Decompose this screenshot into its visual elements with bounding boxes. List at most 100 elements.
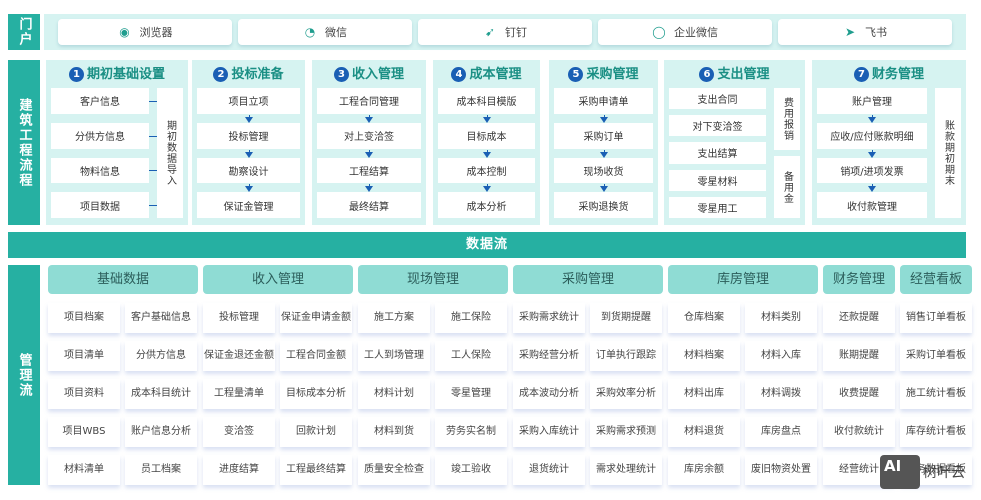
flow-step[interactable]: 采购申请单 <box>554 88 653 114</box>
management-item[interactable]: 项目WBS <box>48 417 120 447</box>
management-item[interactable]: 采购订单看板 <box>900 341 972 371</box>
flow-step[interactable]: 收付款管理 <box>817 192 927 218</box>
management-item[interactable]: 材料到货 <box>358 417 430 447</box>
management-item[interactable]: 材料调拨 <box>745 379 817 409</box>
management-item[interactable]: 目标成本分析 <box>280 379 352 409</box>
management-item[interactable]: 进度结算 <box>203 455 275 485</box>
management-item[interactable]: 成本科目统计 <box>125 379 197 409</box>
management-item[interactable]: 销售订单看板 <box>900 303 972 333</box>
management-item[interactable]: 员工档案 <box>125 455 197 485</box>
management-item[interactable]: 项目清单 <box>48 341 120 371</box>
flow-step[interactable]: 工程合同管理 <box>317 88 421 114</box>
management-item[interactable]: 施工统计看板 <box>900 379 972 409</box>
management-item[interactable]: 采购需求预测 <box>590 417 662 447</box>
management-item[interactable]: 退货统计 <box>513 455 585 485</box>
management-item[interactable]: 材料计划 <box>358 379 430 409</box>
flow-side-box[interactable]: 账款期初期末 <box>935 88 961 218</box>
flow-side-box[interactable]: 费用报销 <box>774 88 800 150</box>
management-item[interactable]: 保证金退还金额 <box>203 341 275 371</box>
management-item[interactable]: 账户信息分析 <box>125 417 197 447</box>
flow-step[interactable]: 勘察设计 <box>197 157 300 184</box>
management-item[interactable]: 材料类别 <box>745 303 817 333</box>
flow-step[interactable]: 支出合同 <box>669 88 766 110</box>
flow-step[interactable]: 成本科目模版 <box>438 88 535 114</box>
flow-step[interactable]: 项目立项 <box>197 88 300 114</box>
flow-panel-title: 4 成本管理 <box>438 64 535 86</box>
data-stream-bar: 数据流 <box>8 232 966 258</box>
flow-step[interactable]: 对上变洽签 <box>317 122 421 149</box>
flow-panel-7: 7 财务管理 账户管理 应收/应付账款明细 销项/进项发票 收付款管理 账款期初期末 <box>812 60 966 225</box>
portal-button-3[interactable]: ◯ 企业微信 <box>598 19 772 45</box>
management-item[interactable]: 材料清单 <box>48 455 120 485</box>
management-item[interactable]: 零星管理 <box>435 379 507 409</box>
management-item[interactable]: 材料入库 <box>745 341 817 371</box>
management-item[interactable]: 投标管理 <box>203 303 275 333</box>
management-item[interactable]: 施工方案 <box>358 303 430 333</box>
management-item[interactable]: 质量安全检查 <box>358 455 430 485</box>
flow-step[interactable]: 采购退换货 <box>554 192 653 218</box>
management-item[interactable]: 成本波动分析 <box>513 379 585 409</box>
flow-step[interactable]: 最终结算 <box>317 192 421 218</box>
flow-step[interactable]: 投标管理 <box>197 122 300 149</box>
management-item[interactable]: 还款提醒 <box>823 303 895 333</box>
management-item[interactable]: 施工保险 <box>435 303 507 333</box>
flow-step[interactable]: 目标成本 <box>438 122 535 149</box>
management-item[interactable]: 库房余额 <box>668 455 740 485</box>
management-item[interactable]: 材料出库 <box>668 379 740 409</box>
management-item[interactable]: 工程最终结算 <box>280 455 352 485</box>
flow-step[interactable]: 账户管理 <box>817 88 927 114</box>
portal-button-0[interactable]: ◉ 浏览器 <box>58 19 232 45</box>
management-item[interactable]: 收费提醒 <box>823 379 895 409</box>
management-item[interactable]: 工人保险 <box>435 341 507 371</box>
flow-step[interactable]: 工程结算 <box>317 157 421 184</box>
management-item[interactable]: 竣工验收 <box>435 455 507 485</box>
flow-step[interactable]: 物料信息 <box>51 157 149 184</box>
flow-step[interactable]: 保证金管理 <box>197 192 300 218</box>
management-item[interactable]: 采购入库统计 <box>513 417 585 447</box>
flow-side-box[interactable]: 期初数据导入 <box>157 88 183 218</box>
management-item[interactable]: 保证金申请金额 <box>280 303 352 333</box>
management-item[interactable]: 客户基础信息 <box>125 303 197 333</box>
management-item[interactable]: 工程量清单 <box>203 379 275 409</box>
flow-step[interactable]: 成本分析 <box>438 192 535 218</box>
flow-side-box[interactable]: 备用金 <box>774 156 800 218</box>
management-item[interactable]: 项目档案 <box>48 303 120 333</box>
management-item[interactable]: 库房盘点 <box>745 417 817 447</box>
portal-button-4[interactable]: ➤ 飞书 <box>778 19 952 45</box>
portal-button-2[interactable]: ➹ 钉钉 <box>418 19 592 45</box>
flow-step[interactable]: 销项/进项发票 <box>817 157 927 184</box>
management-item[interactable]: 项目资料 <box>48 379 120 409</box>
management-item[interactable]: 废旧物资处置 <box>745 455 817 485</box>
management-item[interactable]: 账期提醒 <box>823 341 895 371</box>
flow-step[interactable]: 采购订单 <box>554 122 653 149</box>
management-item[interactable]: 工人到场管理 <box>358 341 430 371</box>
management-item[interactable]: 采购需求统计 <box>513 303 585 333</box>
flow-step[interactable]: 分供方信息 <box>51 122 149 149</box>
management-item[interactable]: 仓库档案 <box>668 303 740 333</box>
flow-step[interactable]: 应收/应付账款明细 <box>817 122 927 149</box>
management-item[interactable]: 订单执行跟踪 <box>590 341 662 371</box>
management-item[interactable]: 采购效率分析 <box>590 379 662 409</box>
management-item[interactable]: 收付款统计 <box>823 417 895 447</box>
flow-step[interactable]: 客户信息 <box>51 88 149 114</box>
management-item[interactable]: 材料档案 <box>668 341 740 371</box>
management-item[interactable]: 需求处理统计 <box>590 455 662 485</box>
flow-step[interactable]: 支出结算 <box>669 142 766 164</box>
flow-step[interactable]: 现场收货 <box>554 157 653 184</box>
management-item[interactable]: 分供方信息 <box>125 341 197 371</box>
flow-step[interactable]: 项目数据 <box>51 192 149 218</box>
management-item[interactable]: 变洽签 <box>203 417 275 447</box>
management-item[interactable]: 工程合同金额 <box>280 341 352 371</box>
flow-step[interactable]: 零星用工 <box>669 196 766 218</box>
flow-step[interactable]: 成本控制 <box>438 157 535 184</box>
flow-step[interactable]: 零星材料 <box>669 169 766 191</box>
management-item[interactable]: 采购经营分析 <box>513 341 585 371</box>
management-item[interactable]: 劳务实名制 <box>435 417 507 447</box>
step-number: 1 <box>68 67 84 82</box>
management-item[interactable]: 回款计划 <box>280 417 352 447</box>
management-item[interactable]: 材料退货 <box>668 417 740 447</box>
management-item[interactable]: 到货期提醒 <box>590 303 662 333</box>
management-item[interactable]: 库存统计看板 <box>900 417 972 447</box>
flow-step[interactable]: 对下变洽签 <box>669 115 766 137</box>
portal-button-1[interactable]: ◔ 微信 <box>238 19 412 45</box>
